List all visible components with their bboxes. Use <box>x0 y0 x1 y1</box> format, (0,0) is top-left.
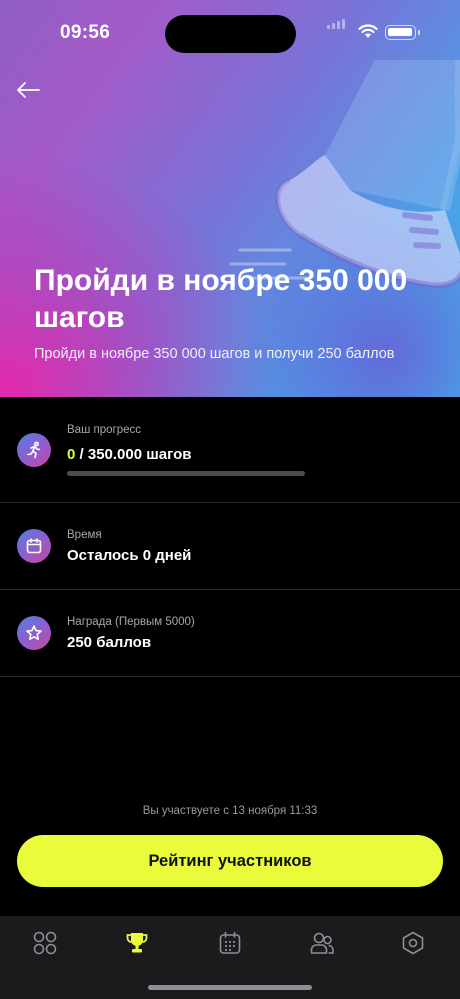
progress-row: Ваш прогресс 0 / 350.000 шагов <box>0 397 460 503</box>
calendar-icon <box>219 931 241 954</box>
reward-row: Награда (Первым 5000) 250 баллов <box>0 590 460 677</box>
hexagon-icon <box>402 931 424 955</box>
battery-icon <box>385 25 420 40</box>
progress-label: Ваш прогресс <box>67 424 141 436</box>
home-indicator <box>148 985 312 990</box>
status-time: 09:56 <box>60 22 111 43</box>
time-row: Время Осталось 0 дней <box>0 503 460 590</box>
tab-settings[interactable] <box>398 928 428 958</box>
dynamic-island <box>165 15 296 53</box>
time-value: Осталось 0 дней <box>67 547 192 564</box>
people-icon <box>310 932 334 954</box>
tab-community[interactable] <box>307 928 337 958</box>
calendar-icon <box>17 529 51 563</box>
tab-home[interactable] <box>30 928 60 958</box>
participation-note: Вы участвуете с 13 ноября 11:33 <box>142 805 318 817</box>
reward-value: 250 баллов <box>67 634 152 651</box>
progress-value: 0 / 350.000 шагов <box>67 446 192 463</box>
reward-label: Награда (Первым 5000) <box>67 616 195 628</box>
runner-icon <box>17 433 51 467</box>
participants-rating-button[interactable]: Рейтинг участников <box>17 835 443 887</box>
grid-icon <box>33 931 57 955</box>
wifi-icon <box>358 24 378 38</box>
star-icon <box>17 616 51 650</box>
challenge-subtitle: Пройди в ноябре 350 000 шагов и получи 2… <box>34 346 395 362</box>
progress-goal: / 350.000 шагов <box>75 446 192 463</box>
tab-bar <box>0 916 460 999</box>
back-arrow-icon[interactable] <box>14 78 42 102</box>
progress-bar <box>67 471 305 476</box>
status-bar: 09:56 <box>0 0 460 60</box>
challenge-title: Пройди в ноябре 350 000 шагов <box>34 264 408 334</box>
time-label: Время <box>67 529 102 541</box>
tab-calendar[interactable] <box>215 928 245 958</box>
trophy-icon <box>126 933 148 953</box>
tab-challenges[interactable] <box>122 928 152 958</box>
